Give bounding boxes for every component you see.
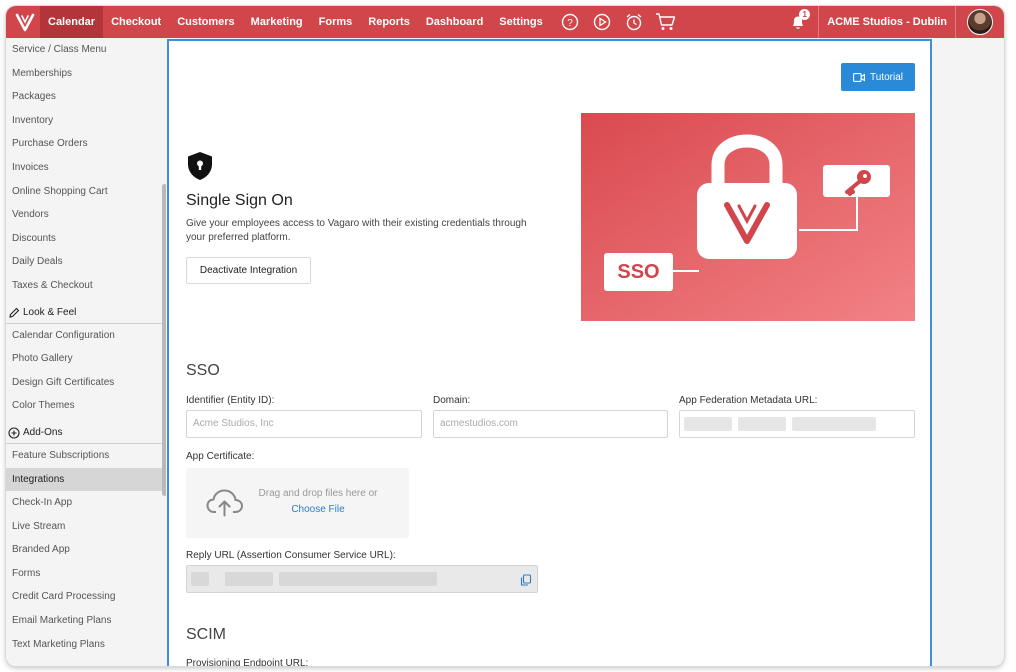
sso-hero-illustration: SSO [581, 113, 915, 321]
sidebar-item-email-marketing-plans[interactable]: Email Marketing Plans [6, 609, 166, 633]
user-avatar-button[interactable] [956, 6, 1004, 38]
cloud-upload-icon [206, 489, 244, 517]
sidebar-item-discounts[interactable]: Discounts [6, 227, 166, 251]
reply-url-label: Reply URL (Assertion Consumer Service UR… [186, 550, 396, 561]
sidebar-item-text-marketing-plans[interactable]: Text Marketing Plans [6, 633, 166, 657]
provisioning-endpoint-label: Provisioning Endpoint URL: [186, 658, 309, 666]
redacted-value [738, 417, 786, 431]
nav-right: 1 ACME Studios - Dublin [784, 6, 1004, 38]
sidebar-item-photo-gallery[interactable]: Photo Gallery [6, 347, 166, 371]
sidebar-heading-look-feel: Look & Feel [6, 304, 166, 324]
top-nav: Calendar Checkout Customers Marketing Forms R… [6, 6, 1004, 38]
studio-selector[interactable]: ACME Studios - Dublin [818, 6, 956, 38]
choose-file-link[interactable]: Choose File [248, 504, 388, 515]
identifier-input[interactable]: Acme Studios, Inc [186, 410, 422, 438]
redacted-value [684, 417, 732, 431]
redacted-value [792, 417, 876, 431]
deactivate-integration-button[interactable]: Deactivate Integration [186, 257, 311, 284]
redacted-value [279, 572, 437, 586]
identifier-label: Identifier (Entity ID): [186, 395, 275, 406]
sidebar-group-look-feel: Calendar Configuration Photo Gallery Desig… [6, 324, 166, 418]
hero-sso-label: SSO [617, 261, 660, 283]
nav-menu: Calendar Checkout Customers Marketing Forms R… [40, 6, 551, 38]
certificate-label: App Certificate: [186, 451, 255, 462]
svg-text:?: ? [567, 18, 573, 29]
nav-item-checkout[interactable]: Checkout [103, 6, 169, 38]
sidebar-heading-addons: Add-Ons [6, 424, 166, 444]
redacted-value [191, 572, 209, 586]
page-description: Give your employees access to Vagaro wit… [186, 218, 527, 243]
domain-label: Domain: [433, 395, 471, 406]
alarm-clock-icon[interactable] [623, 11, 645, 33]
help-circle-icon[interactable]: ? [559, 11, 581, 33]
sidebar-group-addons: Feature Subscriptions Integrations Check-I… [6, 444, 166, 656]
sidebar-item-service-class-menu[interactable]: Service / Class Menu [6, 38, 166, 62]
app-window: Calendar Checkout Customers Marketing Forms R… [6, 6, 1004, 666]
sidebar-item-daily-deals[interactable]: Daily Deals [6, 250, 166, 274]
sidebar-item-credit-card-processing[interactable]: Credit Card Processing [6, 585, 166, 609]
sidebar-item-inventory[interactable]: Inventory [6, 109, 166, 133]
sidebar-item-invoices[interactable]: Invoices [6, 156, 166, 180]
domain-input[interactable]: acmestudios.com [433, 410, 668, 438]
shield-lock-icon [186, 151, 214, 186]
tutorial-button[interactable]: Tutorial [841, 63, 915, 91]
sidebar-item-design-gift-certificates[interactable]: Design Gift Certificates [6, 371, 166, 395]
nav-item-customers[interactable]: Customers [169, 6, 242, 38]
page-title: Single Sign On [186, 192, 293, 209]
sidebar-item-branded-app[interactable]: Branded App [6, 538, 166, 562]
notifications-bell-icon[interactable]: 1 [784, 6, 812, 38]
nav-item-settings[interactable]: Settings [491, 6, 550, 38]
video-camera-icon [853, 72, 865, 82]
tutorial-button-label: Tutorial [870, 71, 903, 83]
shopping-cart-icon[interactable] [655, 11, 677, 33]
certificate-dropzone[interactable]: Drag and drop files here or Choose File [186, 468, 409, 538]
sidebar-item-online-shopping-cart[interactable]: Online Shopping Cart [6, 180, 166, 204]
nav-item-dashboard[interactable]: Dashboard [418, 6, 491, 38]
nav-item-forms[interactable]: Forms [311, 6, 361, 38]
nav-item-reports[interactable]: Reports [360, 6, 418, 38]
vagaro-logo[interactable] [10, 6, 40, 38]
metadata-url-input[interactable] [679, 410, 915, 438]
avatar [967, 9, 993, 35]
sidebar-item-feature-subscriptions[interactable]: Feature Subscriptions [6, 444, 166, 468]
integration-panel: Tutorial Single Sign On Give your employ… [167, 39, 932, 666]
sidebar-item-vendors[interactable]: Vendors [6, 203, 166, 227]
plus-circle-icon [8, 427, 20, 439]
sidebar-item-check-in-app[interactable]: Check-In App [6, 491, 166, 515]
sidebar-item-color-themes[interactable]: Color Themes [6, 394, 166, 418]
notification-count-badge: 1 [799, 9, 811, 20]
nav-item-marketing[interactable]: Marketing [243, 6, 311, 38]
copy-icon[interactable] [520, 573, 532, 591]
nav-icon-group: ? [559, 11, 677, 33]
sso-section-title: SSO [186, 362, 220, 379]
sidebar-heading-label: Add-Ons [23, 427, 63, 439]
play-circle-icon[interactable] [591, 11, 613, 33]
metadata-url-label: App Federation Metadata URL: [679, 395, 818, 406]
sidebar-item-taxes-checkout[interactable]: Taxes & Checkout [6, 274, 166, 298]
scim-section-title: SCIM [186, 626, 226, 643]
sidebar-item-packages[interactable]: Packages [6, 85, 166, 109]
sidebar-item-calendar-configuration[interactable]: Calendar Configuration [6, 324, 166, 348]
settings-sidebar: Service / Class Menu Memberships Packages I… [6, 38, 166, 666]
reply-url-field [186, 565, 538, 593]
dropzone-text: Drag and drop files here or [258, 488, 378, 499]
sidebar-heading-label: Look & Feel [23, 307, 77, 319]
sidebar-scrollbar[interactable] [162, 184, 166, 496]
nav-item-calendar[interactable]: Calendar [40, 6, 104, 38]
sidebar-item-live-stream[interactable]: Live Stream [6, 515, 166, 539]
sidebar-item-integrations[interactable]: Integrations [6, 467, 166, 492]
redacted-value [225, 572, 273, 586]
pencil-icon [9, 307, 20, 318]
sidebar-item-forms[interactable]: Forms [6, 562, 166, 586]
sidebar-group-main: Service / Class Menu Memberships Packages I… [6, 38, 166, 298]
sidebar-item-purchase-orders[interactable]: Purchase Orders [6, 132, 166, 156]
sidebar-item-memberships[interactable]: Memberships [6, 62, 166, 86]
